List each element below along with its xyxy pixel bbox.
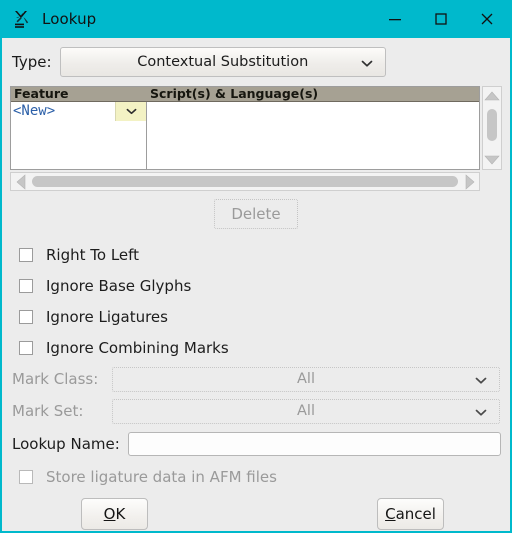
triangle-left-icon bbox=[16, 173, 25, 190]
vertical-scroll-track[interactable] bbox=[483, 105, 501, 151]
cancel-button-accel: Cancel bbox=[385, 505, 436, 523]
feature-cell-dropdown-button[interactable] bbox=[115, 102, 146, 121]
matrix-column-feature: <New> bbox=[11, 102, 147, 169]
minimize-button[interactable] bbox=[372, 0, 418, 38]
column-header-scripts[interactable]: Script(s) & Language(s) bbox=[147, 87, 479, 101]
checkbox-label-store-ligature-afm: Store ligature data in AFM files bbox=[46, 468, 277, 486]
mark-class-label: Mark Class: bbox=[12, 370, 99, 388]
checkbox-label-ignore-combining-marks: Ignore Combining Marks bbox=[46, 338, 229, 357]
horizontal-scroll-thumb[interactable] bbox=[32, 176, 458, 187]
chevron-down-icon bbox=[126, 108, 136, 115]
feature-matrix-area: Feature Script(s) & Language(s) <New> bbox=[10, 86, 502, 191]
dialog-button-row: OK Cancel bbox=[2, 493, 510, 531]
lookup-name-input[interactable] bbox=[127, 432, 501, 456]
checkbox-ignore-ligatures[interactable] bbox=[19, 309, 33, 324]
window-title: Lookup bbox=[42, 10, 97, 28]
vertical-scroll-thumb[interactable] bbox=[487, 109, 497, 141]
checkbox-label-ignore-ligatures: Ignore Ligatures bbox=[46, 307, 168, 326]
mark-class-value: All bbox=[297, 371, 315, 387]
matrix-column-scripts[interactable] bbox=[147, 102, 479, 169]
triangle-down-icon bbox=[484, 155, 500, 165]
checkbox-row-right-to-left[interactable]: Right To Left bbox=[19, 239, 510, 270]
scroll-right-button[interactable] bbox=[460, 173, 479, 190]
chevron-down-icon bbox=[475, 402, 487, 421]
type-row: Type: Contextual Substitution bbox=[2, 38, 510, 83]
afm-checkbox-row[interactable]: Store ligature data in AFM files bbox=[2, 463, 510, 491]
lookup-name-row: Lookup Name: bbox=[2, 429, 510, 459]
type-label: Type: bbox=[12, 53, 52, 71]
checkbox-ignore-base-glyphs[interactable] bbox=[19, 278, 33, 293]
delete-button[interactable]: Delete bbox=[214, 199, 298, 229]
type-combobox[interactable]: Contextual Substitution bbox=[59, 47, 386, 77]
matrix-horizontal-scrollbar[interactable] bbox=[10, 172, 480, 191]
maximize-button[interactable] bbox=[418, 0, 464, 38]
matrix-body: <New> bbox=[11, 102, 479, 169]
checkbox-row-ignore-base-glyphs[interactable]: Ignore Base Glyphs bbox=[19, 270, 510, 301]
maximize-icon bbox=[435, 13, 447, 25]
ok-button[interactable]: OK bbox=[81, 498, 148, 530]
type-combobox-value: Contextual Substitution bbox=[137, 54, 309, 70]
table-row[interactable]: <New> bbox=[11, 102, 146, 121]
mark-set-label: Mark Set: bbox=[12, 402, 84, 420]
scripts-cell-value bbox=[147, 102, 479, 121]
mark-class-combobox[interactable]: All bbox=[112, 366, 500, 392]
matrix-vertical-scrollbar[interactable] bbox=[482, 86, 502, 170]
scroll-down-button[interactable] bbox=[484, 151, 500, 169]
checkbox-right-to-left[interactable] bbox=[19, 247, 33, 262]
scroll-up-button[interactable] bbox=[484, 87, 500, 105]
delete-row: Delete bbox=[2, 199, 510, 229]
feature-matrix[interactable]: Feature Script(s) & Language(s) <New> bbox=[10, 86, 480, 170]
chevron-down-icon bbox=[361, 53, 373, 72]
checkbox-ignore-combining-marks[interactable] bbox=[19, 340, 33, 355]
mark-class-row: Mark Class: All bbox=[2, 363, 510, 395]
checkbox-store-ligature-afm[interactable] bbox=[19, 470, 33, 484]
minimize-icon bbox=[389, 19, 401, 21]
close-button[interactable] bbox=[464, 0, 510, 38]
column-header-feature[interactable]: Feature bbox=[11, 87, 147, 101]
ok-button-accel: OK bbox=[103, 505, 126, 523]
triangle-up-icon bbox=[484, 91, 500, 101]
close-icon bbox=[481, 13, 493, 25]
checkbox-row-ignore-ligatures[interactable]: Ignore Ligatures bbox=[19, 301, 510, 332]
mark-set-value: All bbox=[297, 403, 315, 419]
mark-set-row: Mark Set: All bbox=[2, 395, 510, 427]
cancel-button[interactable]: Cancel bbox=[377, 498, 444, 530]
lookup-dialog-window: Lookup Type: Contextual Substitution Fea… bbox=[0, 0, 512, 533]
fontforge-glyph-icon bbox=[13, 9, 33, 29]
triangle-right-icon bbox=[465, 173, 474, 190]
mark-set-combobox[interactable]: All bbox=[112, 398, 500, 424]
title-bar: Lookup bbox=[2, 0, 510, 38]
scroll-left-button[interactable] bbox=[11, 173, 30, 190]
matrix-header-row: Feature Script(s) & Language(s) bbox=[11, 87, 479, 102]
checkbox-label-ignore-base-glyphs: Ignore Base Glyphs bbox=[46, 276, 192, 295]
lookup-name-label: Lookup Name: bbox=[12, 435, 120, 453]
checkbox-row-ignore-combining-marks[interactable]: Ignore Combining Marks bbox=[19, 332, 510, 363]
flags-list: Right To Left Ignore Base Glyphs Ignore … bbox=[2, 239, 510, 363]
chevron-down-icon bbox=[475, 370, 487, 389]
window-controls bbox=[372, 0, 510, 38]
feature-cell-value: <New> bbox=[13, 103, 56, 119]
horizontal-scroll-track[interactable] bbox=[30, 173, 460, 190]
checkbox-label-right-to-left: Right To Left bbox=[46, 245, 140, 264]
